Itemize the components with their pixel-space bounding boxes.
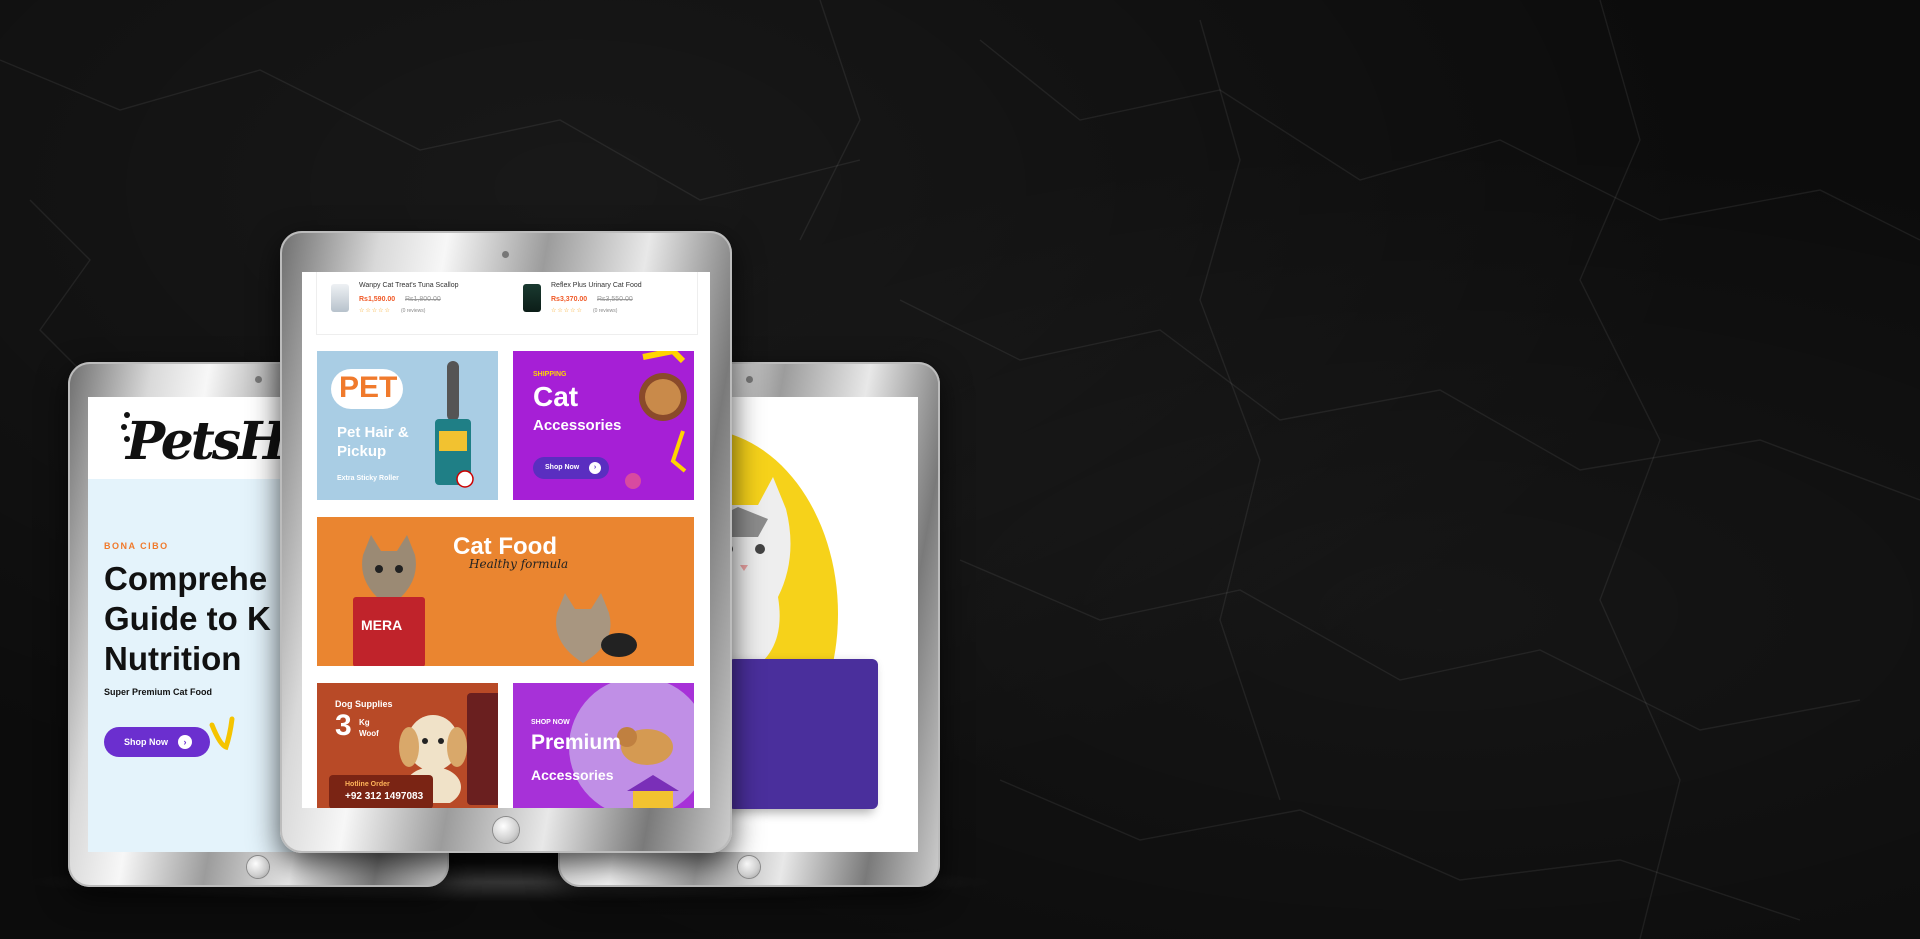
tablet-center: Wanpy Cat Treat's Tuna Scallop Rs1,590.0… — [280, 231, 732, 853]
product-price: Rs1,590.00 — [359, 296, 396, 303]
banner-title: Dog Supplies — [335, 699, 393, 709]
brand-label: MERA — [361, 617, 403, 633]
hero-title: Comprehe Guide to K Nutrition — [104, 560, 271, 677]
shop-now-button[interactable]: Shop Now › — [104, 727, 210, 757]
product-card[interactable]: Reflex Plus Urinary Cat Food Rs3,370.00 … — [513, 276, 683, 330]
tablet-center-screen: Wanpy Cat Treat's Tuna Scallop Rs1,590.0… — [302, 272, 710, 808]
hotline-phone[interactable]: +92 312 1497083 — [345, 791, 423, 802]
promo-card — [728, 659, 878, 809]
banner-subtitle: Accessories — [533, 417, 622, 434]
home-button — [247, 856, 269, 878]
pet-house-image — [627, 775, 679, 808]
product-thumbnail — [523, 284, 541, 312]
dog-image — [617, 727, 673, 765]
camera-dot — [255, 376, 262, 383]
banner-title: Cat — [533, 381, 579, 412]
banner-unit: Kg Woof — [359, 718, 379, 738]
rating-stars: ☆☆☆☆☆ — [359, 308, 391, 314]
accessories-image — [625, 351, 687, 489]
food-bag-image — [467, 693, 498, 805]
camera-dot — [502, 251, 509, 258]
shop-now-button[interactable]: Shop Now › — [533, 457, 609, 479]
shop-now-label: Shop Now — [545, 464, 580, 471]
decor-brush-icon — [209, 716, 235, 751]
banner-title: Premium — [531, 731, 621, 754]
arrow-right-icon: › — [178, 735, 192, 749]
product-old-price: Rs3,550.00 — [597, 296, 633, 303]
hotline-label: Hotline Order — [345, 781, 390, 788]
hero-subtitle: Super Premium Cat Food — [104, 687, 213, 697]
product-name[interactable]: Reflex Plus Urinary Cat Food — [551, 282, 642, 289]
hero-eyebrow: BONA CIBO — [104, 541, 169, 551]
banner-subtitle: Pet Hair & Pickup — [337, 424, 409, 460]
pet-hair-banner[interactable]: PET Pet Hair & Pickup Extra Sticky Rolle… — [317, 351, 498, 500]
product-thumbnail — [331, 284, 349, 312]
review-count: (0 reviews) — [401, 308, 426, 314]
shop-now-label: Shop Now — [124, 737, 168, 747]
banner-subtitle: Healthy formula — [469, 557, 569, 571]
banner-number: 3 — [335, 709, 352, 742]
home-button — [493, 817, 519, 843]
product-old-price: Rs1,800.00 — [405, 296, 441, 303]
product-list: Wanpy Cat Treat's Tuna Scallop Rs1,590.0… — [316, 272, 698, 335]
camera-dot — [746, 376, 753, 383]
cat-accessories-banner[interactable]: SHIPPING Cat Accessories Shop Now › — [513, 351, 694, 500]
banner-subtitle: Accessories — [531, 767, 614, 783]
cat-image — [556, 593, 637, 663]
lint-roller-image — [435, 361, 474, 488]
review-count: (0 reviews) — [593, 308, 618, 314]
dog-supplies-banner[interactable]: Dog Supplies 3 Kg Woof Hotline Order +92… — [317, 683, 498, 808]
banner-tag: SHOP NOW — [531, 719, 570, 726]
product-price: Rs3,370.00 — [551, 296, 588, 303]
product-card[interactable]: Wanpy Cat Treat's Tuna Scallop Rs1,590.0… — [321, 276, 491, 330]
banner-tag: SHIPPING — [533, 371, 567, 378]
premium-accessories-banner[interactable]: SHOP NOW Premium Accessories — [513, 683, 694, 808]
banner-title: PET — [339, 371, 398, 404]
arrow-right-icon: › — [589, 462, 601, 474]
cat-food-banner[interactable]: MERA Cat Food Healthy formula — [317, 517, 694, 666]
rating-stars: ☆☆☆☆☆ — [551, 308, 583, 314]
banner-tag: Extra Sticky Roller — [337, 475, 399, 482]
home-button — [738, 856, 760, 878]
product-name[interactable]: Wanpy Cat Treat's Tuna Scallop — [359, 282, 459, 289]
